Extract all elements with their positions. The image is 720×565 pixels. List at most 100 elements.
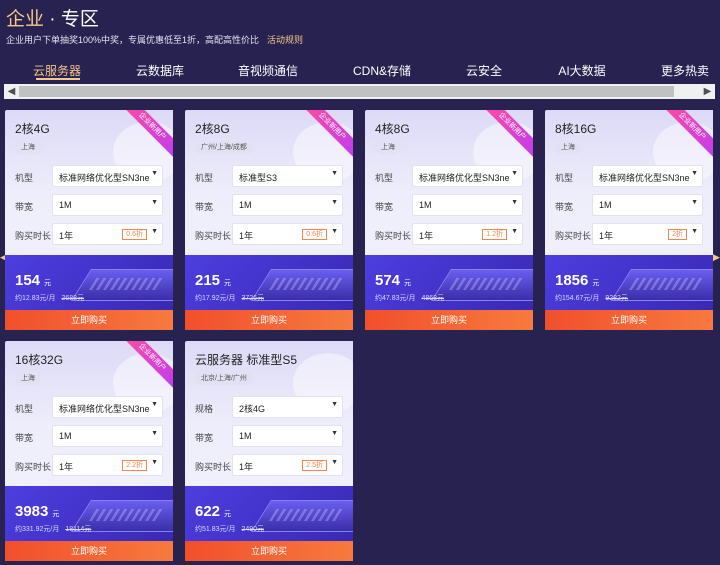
duration-label: 购买时长	[15, 231, 52, 241]
monthly-price: 约154.67元/月	[555, 295, 600, 302]
original-price: 18114元	[65, 526, 92, 533]
page-subtitle: 企业用户下单抽奖100%中奖，专属优惠低至1折，高配高性价比 活动规则	[6, 33, 303, 46]
price: 215 元	[195, 272, 231, 289]
new-user-ribbon: 企业新用户	[301, 110, 353, 158]
rules-link[interactable]: 活动规则	[267, 35, 303, 45]
price-unit: 元	[224, 280, 232, 287]
tab-ai-bigdata[interactable]: AI大数据	[558, 62, 605, 79]
product-card: 8核16G 上海 企业新用户 机型 标准网络优化型SN3ne ▼ 带宽 1M ▼ 购…	[545, 110, 713, 330]
buy-now-button[interactable]: 立即购买	[5, 541, 173, 561]
duration-select-value: 1年	[419, 231, 434, 241]
price: 154 元	[15, 272, 51, 289]
model-label: 机型	[555, 173, 574, 183]
discount-badge: 1.2折	[482, 229, 507, 240]
price-detail: 约331.92元/月 18114元	[15, 524, 91, 534]
buy-now-button[interactable]: 立即购买	[545, 310, 713, 330]
duration-select[interactable]: 1年 1.2折 ▼	[412, 223, 523, 245]
tab-cloud-security[interactable]: 云安全	[466, 62, 502, 79]
spec-select[interactable]: 2核4G ▼	[232, 396, 343, 418]
bandwidth-select-value: 1M	[59, 200, 72, 210]
model-select[interactable]: 标准网络优化型SN3ne ▼	[52, 165, 163, 187]
model-select-value: 标准网络优化型SN3ne	[599, 173, 690, 183]
discount-badge: 2.2折	[122, 460, 147, 471]
price-unit: 元	[44, 280, 52, 287]
price: 1856 元	[555, 272, 599, 289]
bandwidth-label: 带宽	[375, 202, 394, 212]
price-detail: 约12.83元/月 2688元	[15, 293, 84, 303]
tab-cdn-storage[interactable]: CDN&存储	[353, 62, 411, 79]
chevron-down-icon: ▼	[511, 199, 518, 206]
tab-cloud-database[interactable]: 云数据库	[136, 62, 184, 79]
bandwidth-select[interactable]: 1M ▼	[52, 425, 163, 447]
model-label: 机型	[195, 173, 214, 183]
model-select[interactable]: 标准网络优化型SN3ne ▼	[52, 396, 163, 418]
monthly-price: 约331.92元/月	[15, 526, 60, 533]
bandwidth-select[interactable]: 1M ▼	[412, 194, 523, 216]
price-detail: 约47.83元/月 4868元	[375, 293, 444, 303]
scroll-left-icon[interactable]: ◀	[4, 84, 19, 99]
bandwidth-select-value: 1M	[239, 200, 252, 210]
bandwidth-label: 带宽	[555, 202, 574, 212]
subtitle-text: 企业用户下单抽奖100%中奖，专属优惠低至1折，高配高性价比	[6, 35, 260, 45]
price-value: 622	[195, 503, 221, 520]
carousel-next-icon[interactable]: ▶	[713, 252, 720, 263]
tab-cloud-server[interactable]: 云服务器	[33, 62, 81, 79]
chevron-down-icon: ▼	[151, 459, 158, 466]
duration-select-value: 1年	[59, 231, 74, 241]
model-select[interactable]: 标准网络优化型SN3ne ▼	[412, 165, 523, 187]
bandwidth-select[interactable]: 1M ▼	[592, 194, 703, 216]
chevron-down-icon: ▼	[511, 228, 518, 235]
duration-select[interactable]: 1年 0.6折 ▼	[52, 223, 163, 245]
chevron-down-icon: ▼	[331, 459, 338, 466]
tab-av-communication[interactable]: 音视频通信	[238, 62, 298, 79]
scroll-thumb[interactable]	[19, 86, 674, 97]
scroll-right-icon[interactable]: ▶	[700, 84, 715, 99]
bandwidth-select-value: 1M	[419, 200, 432, 210]
buy-now-button[interactable]: 立即购买	[365, 310, 533, 330]
duration-select-value: 1年	[239, 231, 254, 241]
bandwidth-select[interactable]: 1M ▼	[232, 194, 343, 216]
model-select[interactable]: 标准网络优化型SN3ne ▼	[592, 165, 703, 187]
duration-select[interactable]: 1年 0.6折 ▼	[232, 223, 343, 245]
card-title: 2核4G	[15, 122, 50, 136]
bandwidth-select[interactable]: 1M ▼	[52, 194, 163, 216]
server-illustration	[251, 500, 353, 532]
card-title: 云服务器 标准型S5	[195, 353, 298, 367]
chevron-down-icon: ▼	[331, 430, 338, 437]
duration-select[interactable]: 1年 2.2折 ▼	[52, 454, 163, 476]
price-value: 574	[375, 272, 401, 289]
category-tabs: 云服务器 云数据库 音视频通信 CDN&存储 云安全 AI大数据 更多热卖	[0, 62, 720, 82]
chevron-down-icon: ▼	[331, 170, 338, 177]
buy-now-button[interactable]: 立即购买	[5, 310, 173, 330]
bandwidth-label: 带宽	[15, 433, 34, 443]
new-user-ribbon: 企业新用户	[121, 341, 173, 389]
duration-select-value: 1年	[599, 231, 614, 241]
discount-badge: 0.6折	[122, 229, 147, 240]
buy-now-button[interactable]: 立即购买	[185, 310, 353, 330]
horizontal-scrollbar[interactable]: ◀ ▶	[4, 84, 715, 99]
buy-now-button[interactable]: 立即购买	[185, 541, 353, 561]
duration-label: 购买时长	[555, 231, 592, 241]
bandwidth-select[interactable]: 1M ▼	[232, 425, 343, 447]
card-title: 2核8G	[195, 122, 230, 136]
product-card: 2核8G 广州/上海/成都 企业新用户 机型 标准型S3 ▼ 带宽 1M ▼ 购买时…	[185, 110, 353, 330]
bandwidth-select-value: 1M	[59, 431, 72, 441]
price-value: 154	[15, 272, 41, 289]
card-title: 8核16G	[555, 122, 597, 136]
bandwidth-label: 带宽	[195, 202, 214, 212]
page-title-suffix: · 专区	[49, 9, 99, 30]
tab-more-hot[interactable]: 更多热卖	[661, 62, 709, 79]
duration-select[interactable]: 1年 2折 ▼	[592, 223, 703, 245]
chevron-down-icon: ▼	[151, 430, 158, 437]
model-select[interactable]: 标准型S3 ▼	[232, 165, 343, 187]
chevron-down-icon: ▼	[151, 199, 158, 206]
server-illustration	[251, 269, 353, 301]
bandwidth-select-value: 1M	[239, 431, 252, 441]
price-panel: 215 元 约17.92元/月 3726元	[185, 255, 353, 310]
duration-select[interactable]: 1年 2.5折 ▼	[232, 454, 343, 476]
monthly-price: 约51.83元/月	[195, 526, 236, 533]
server-illustration	[71, 269, 173, 301]
price-value: 1856	[555, 272, 589, 289]
region-badge: 上海	[555, 141, 581, 154]
price: 3983 元	[15, 503, 59, 520]
